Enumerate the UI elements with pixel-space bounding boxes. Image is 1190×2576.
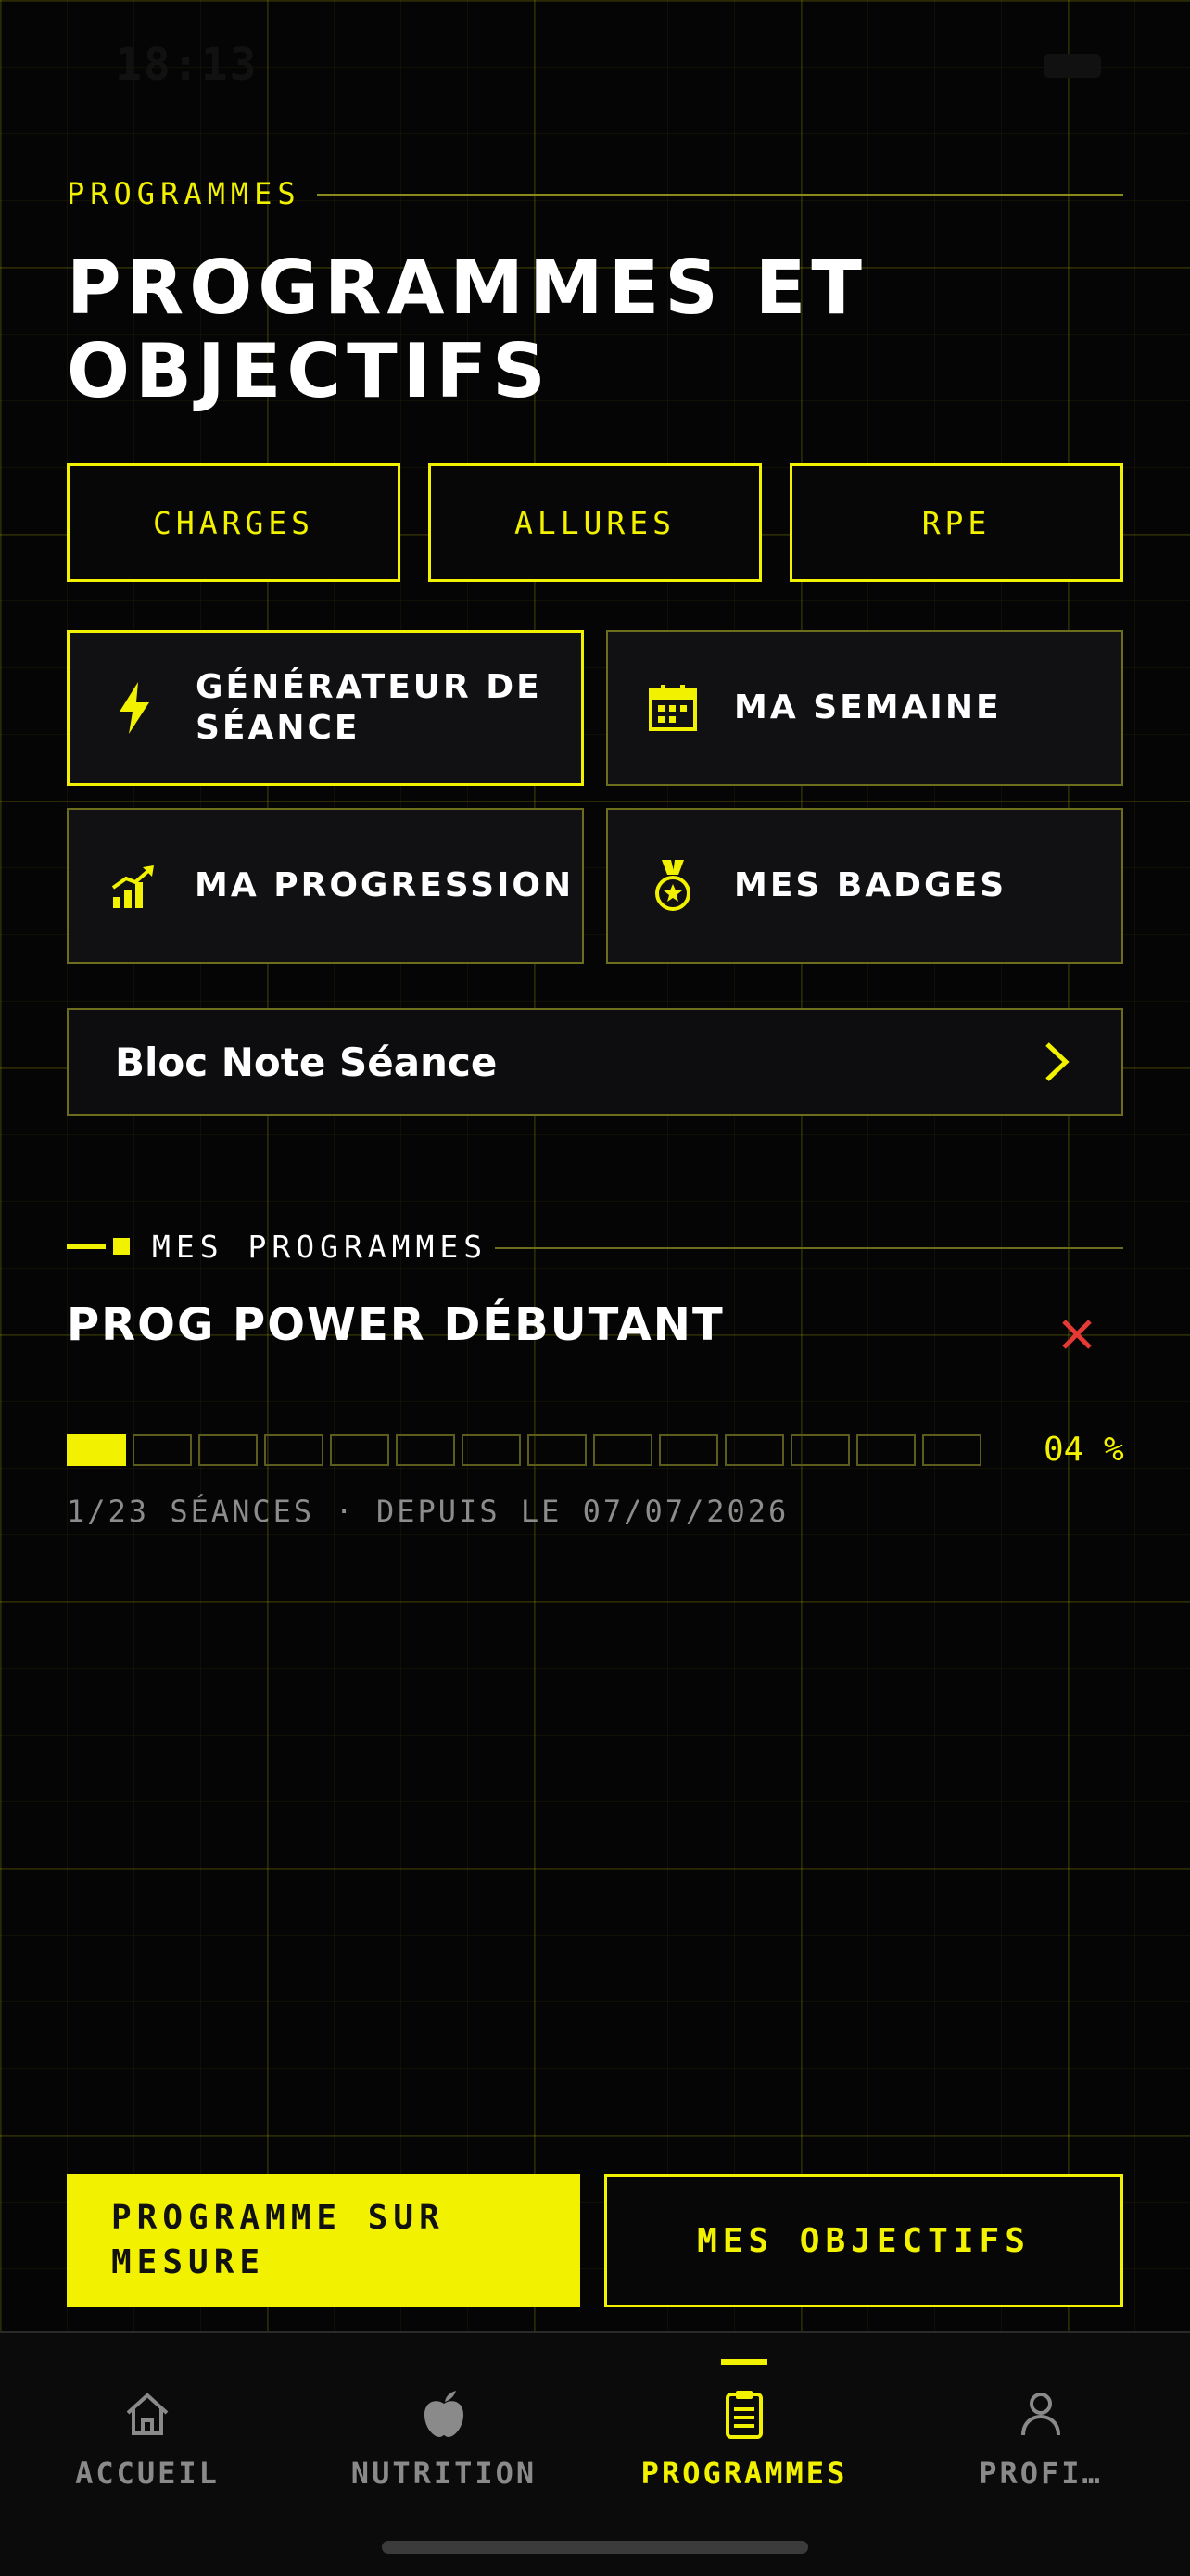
progress-segment <box>922 1434 981 1466</box>
progress-segment <box>462 1434 521 1466</box>
progress-segment <box>659 1434 718 1466</box>
tab-label: PROFI… <box>979 2456 1103 2491</box>
progress-segment <box>725 1434 784 1466</box>
progress-segment <box>593 1434 652 1466</box>
tab-nutrition[interactable]: NUTRITION <box>328 2387 560 2491</box>
session-notes-row[interactable]: Bloc Note Séance <box>67 1008 1123 1116</box>
feature-label: MA PROGRESSION <box>195 866 575 904</box>
tab-label: PROGRAMMES <box>640 2456 848 2491</box>
battery-icon <box>1044 54 1101 78</box>
home-icon <box>126 2393 169 2435</box>
chevron-right-icon <box>1045 1042 1070 1081</box>
program-percent: 04 % <box>1044 1431 1124 1469</box>
feature-label: MA SEMAINE <box>734 688 1002 726</box>
custom-program-button[interactable]: PROGRAMME SUR MESURE <box>67 2174 580 2307</box>
tab-programmes[interactable]: PROGRAMMES <box>628 2387 860 2491</box>
section-marker-dash <box>67 1244 106 1249</box>
home-indicator <box>382 2541 808 2554</box>
progress-segment <box>330 1434 389 1466</box>
session-notes-label: Bloc Note Séance <box>115 1039 498 1085</box>
my-badges-button[interactable]: MES BADGES <box>606 808 1123 964</box>
tab-allures[interactable]: ALLURES <box>428 463 762 582</box>
progress-segment <box>198 1434 258 1466</box>
progress-segment <box>527 1434 587 1466</box>
active-tab-indicator <box>721 2359 767 2365</box>
feature-label: MES BADGES <box>734 866 1007 904</box>
tab-label: ACCUEIL <box>75 2456 220 2491</box>
program-title[interactable]: PROG POWER DÉBUTANT <box>67 1299 725 1351</box>
apple-icon <box>424 2391 463 2437</box>
chart-up-icon <box>104 856 163 915</box>
clipboard-icon <box>726 2391 763 2439</box>
user-icon <box>1021 2393 1060 2436</box>
progress-segment <box>396 1434 455 1466</box>
my-week-button[interactable]: MA SEMAINE <box>606 630 1123 786</box>
tab-label: NUTRITION <box>350 2456 538 2491</box>
page-title: PROGRAMMES ET OBJECTIFS <box>67 245 867 414</box>
section-label: MES PROGRAMMES <box>152 1229 488 1265</box>
tab-rpe[interactable]: RPE <box>790 463 1123 582</box>
section-marker-square <box>113 1238 130 1255</box>
progress-segment <box>856 1434 916 1466</box>
bottom-tabbar: ACCUEIL NUTRITION PROGRAMMES PROFI… <box>0 2331 1190 2576</box>
page-eyebrow: PROGRAMMES <box>67 176 301 211</box>
my-goals-button[interactable]: MES OBJECTIFS <box>604 2174 1123 2307</box>
tab-accueil[interactable]: ACCUEIL <box>32 2387 263 2491</box>
session-generator-button[interactable]: GÉNÉRATEUR DE SÉANCE <box>67 630 584 786</box>
section-divider <box>495 1247 1123 1249</box>
eyebrow-divider <box>317 194 1123 196</box>
calendar-icon <box>643 678 703 738</box>
progress-segment <box>264 1434 323 1466</box>
close-icon[interactable] <box>1057 1314 1097 1355</box>
medal-icon <box>643 856 703 915</box>
progress-segment <box>791 1434 850 1466</box>
progress-segment <box>133 1434 192 1466</box>
status-time: 18:13 <box>115 39 259 91</box>
progress-segment <box>67 1434 126 1466</box>
program-progress-bar <box>67 1434 981 1466</box>
tab-charges[interactable]: CHARGES <box>67 463 400 582</box>
tab-profil[interactable]: PROFI… <box>925 2387 1157 2491</box>
my-progress-button[interactable]: MA PROGRESSION <box>67 808 584 964</box>
program-meta: 1/23 SÉANCES · DEPUIS LE 07/07/2026 <box>67 1494 790 1529</box>
feature-label: GÉNÉRATEUR DE SÉANCE <box>196 668 542 747</box>
lightning-icon <box>105 678 164 738</box>
